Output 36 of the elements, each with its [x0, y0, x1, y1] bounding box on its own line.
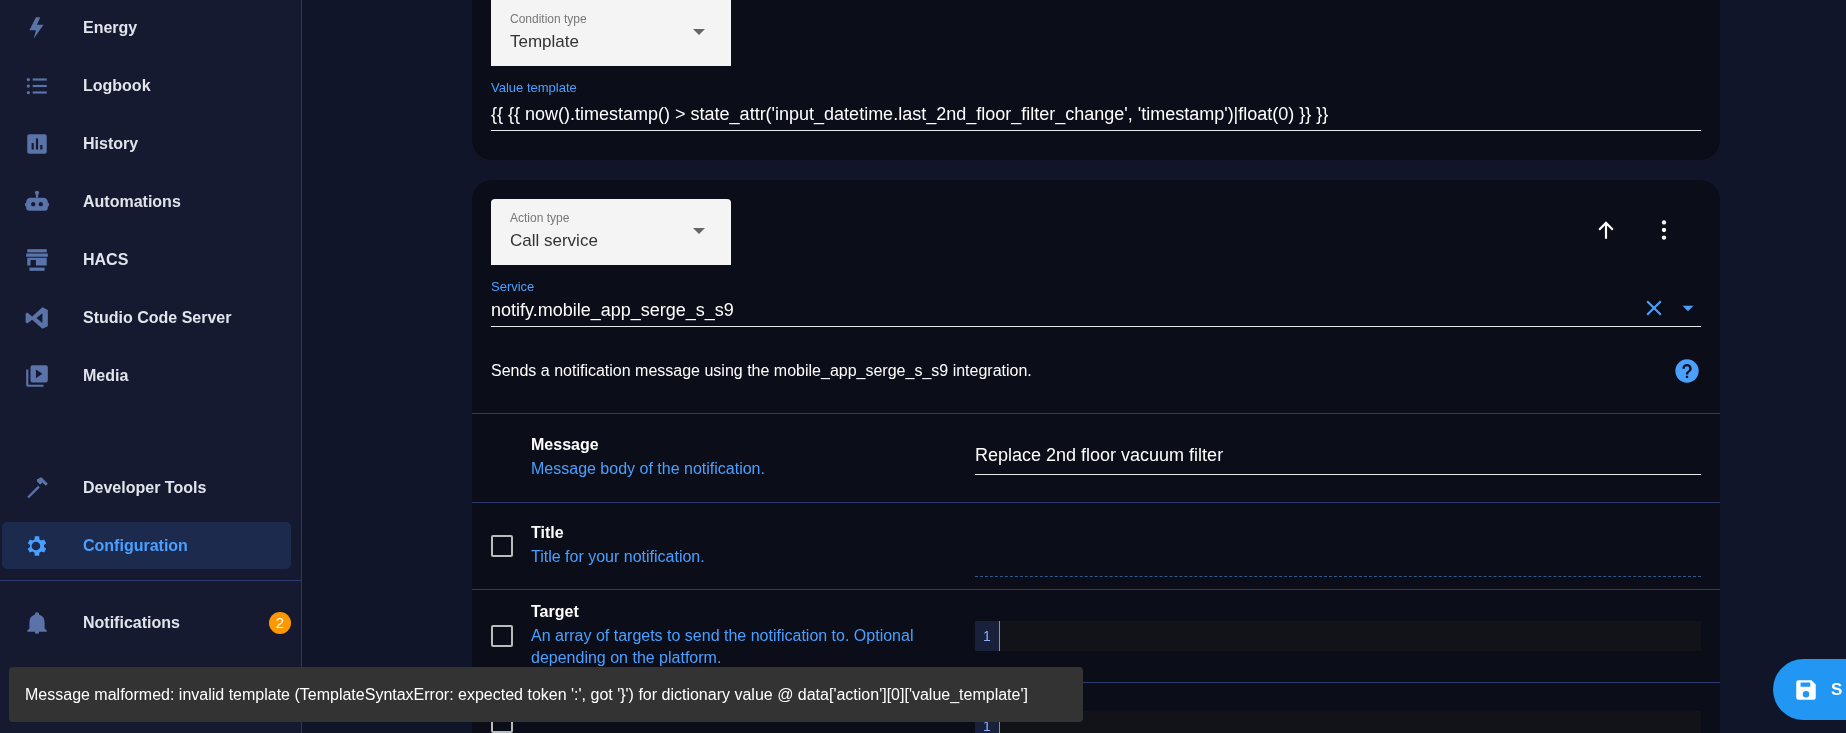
checkbox[interactable] [491, 535, 513, 557]
field-name: Target [531, 603, 580, 621]
field-description: Title for your notification. [531, 547, 706, 567]
field-description: An array of targets to send the notification to. Optional depending on the platform. [531, 626, 915, 668]
sidebar-item[interactable]: Configuration [2, 522, 291, 569]
field-name: Message [531, 436, 600, 454]
help-icon[interactable] [1673, 357, 1701, 385]
field-name: Title [531, 524, 565, 542]
notification-count: 2 [269, 611, 291, 634]
hammer-icon [24, 474, 50, 501]
sidebar-item[interactable]: Automations [2, 178, 291, 225]
service-description: Sends a notification message using the mobile_app_serge_s_s9 integration. [491, 362, 1032, 380]
line-number: 1 [975, 621, 1000, 651]
checkbox[interactable] [491, 625, 513, 647]
service-field[interactable]: Service notify.mobile_app_serge_s_s9 [491, 279, 1701, 327]
notifications-item[interactable]: Notifications 2 [2, 599, 291, 646]
sidebar-item[interactable]: Studio Code Server [2, 294, 291, 341]
value-template-field[interactable]: Value template {{ {{ now().timestamp() > state_attr('input_datetime.last_2nd_floor_filter_change', 'timestamp')|float(0) }} }} [491, 80, 1701, 131]
sidebar-item[interactable]: History [2, 120, 291, 167]
caret-icon [693, 29, 705, 35]
action-type-dropdown[interactable]: Action type Call service [491, 199, 731, 265]
error-toast: Message malformed: invalid template (TemplateSyntaxError: expected token ':', got '}') for dictionary value @ data['action'][0]['value_template'] [9, 667, 1083, 722]
sidebar-item[interactable]: Logbook [2, 62, 291, 109]
code-editor-icon [24, 304, 50, 331]
code-editor[interactable]: 1 [975, 621, 1701, 651]
condition-type-dropdown[interactable]: Condition type Template [491, 0, 731, 66]
play-stack-icon [24, 362, 50, 389]
sidebar-item[interactable]: Energy [2, 4, 291, 51]
sidebar-item[interactable]: Media [2, 352, 291, 399]
bell-icon [24, 609, 50, 636]
caret-icon [693, 228, 705, 234]
storefront-icon [24, 246, 50, 273]
sidebar-item[interactable]: HACS [2, 236, 291, 283]
sidebar-item[interactable]: Developer Tools [2, 464, 291, 511]
text-input[interactable]: Replace 2nd floor vacuum filter [975, 441, 1701, 475]
field-description: Message body of the notification. [531, 459, 766, 479]
